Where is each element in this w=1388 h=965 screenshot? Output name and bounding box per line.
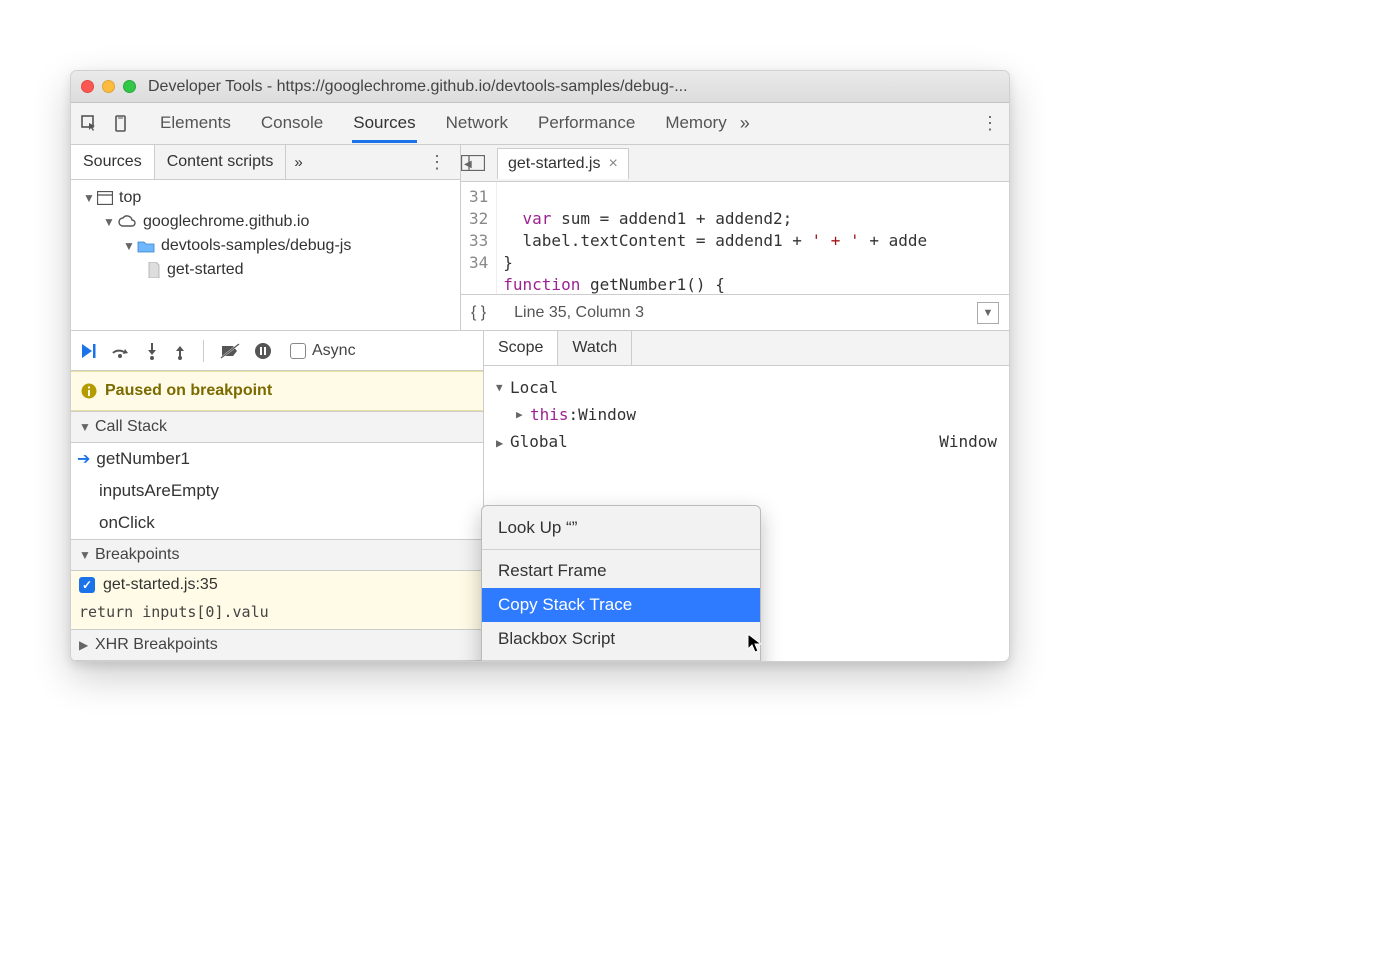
breakpoint-label: get-started.js:35 — [103, 576, 218, 594]
inspect-element-icon[interactable] — [81, 115, 99, 133]
gutter: 31 32 33 34 — [461, 182, 497, 294]
pause-on-exceptions-icon[interactable] — [254, 342, 272, 360]
async-checkbox[interactable]: Async — [290, 342, 356, 360]
breakpoints-header[interactable]: Breakpoints — [71, 539, 483, 571]
tree-file-label: get-started — [167, 261, 243, 279]
scope-local[interactable]: Local — [494, 374, 999, 401]
deactivate-breakpoints-icon[interactable] — [220, 343, 240, 359]
resume-icon[interactable] — [79, 342, 97, 360]
current-frame-arrow-icon: ➔ — [77, 449, 90, 469]
tab-performance[interactable]: Performance — [537, 104, 636, 143]
tab-elements[interactable]: Elements — [159, 104, 232, 143]
call-stack-header[interactable]: Call Stack — [71, 411, 483, 443]
pretty-print-icon[interactable]: { } — [471, 304, 486, 322]
tab-console[interactable]: Console — [260, 104, 324, 143]
close-window-button[interactable] — [81, 80, 94, 93]
line-no-32: 32 — [469, 208, 488, 230]
async-checkbox-box[interactable] — [290, 343, 306, 359]
svg-text:◀: ◀ — [464, 159, 472, 170]
traffic-lights — [81, 80, 136, 93]
window-frame-icon — [97, 191, 113, 205]
debugger-toolbar: Async — [71, 331, 483, 371]
line-no-33: 33 — [469, 230, 488, 252]
tab-sources[interactable]: Sources — [352, 104, 416, 143]
navigator-subtabs: Sources Content scripts » ⋮ — [71, 145, 460, 180]
editor-pane: ◀ get-started.js × 31 32 33 34 var sum =… — [461, 145, 1009, 330]
tree-folder[interactable]: devtools-samples/debug-js — [75, 234, 456, 258]
scope-tabs: Scope Watch — [484, 331, 1009, 366]
info-icon — [81, 383, 97, 399]
tree-top[interactable]: top — [75, 186, 456, 210]
minimize-window-button[interactable] — [102, 80, 115, 93]
code-editor[interactable]: 31 32 33 34 var sum = addend1 + addend2;… — [461, 182, 1009, 294]
breakpoint-row[interactable]: ✓ get-started.js:35 — [71, 571, 483, 599]
main-menu-icon[interactable]: ⋮ — [981, 113, 999, 134]
scope-global[interactable]: Global Window — [494, 428, 999, 455]
paused-banner: Paused on breakpoint — [71, 371, 483, 411]
breakpoint-code: return inputs[0].valu — [71, 599, 483, 629]
devtools-window: Developer Tools - https://googlechrome.g… — [70, 70, 1010, 662]
main-toolbar: Elements Console Sources Network Perform… — [71, 103, 1009, 145]
cm-look-up[interactable]: Look Up “” — [482, 511, 760, 545]
cursor-position: Line 35, Column 3 — [514, 304, 644, 322]
line-no-34: 34 — [469, 252, 488, 274]
device-toggle-icon[interactable] — [113, 115, 131, 133]
step-into-icon[interactable] — [145, 342, 159, 360]
tab-memory[interactable]: Memory — [664, 104, 727, 143]
xhr-breakpoints-header[interactable]: XHR Breakpoints — [71, 629, 483, 661]
subtabs-overflow-icon[interactable]: » — [286, 154, 310, 171]
subtab-sources[interactable]: Sources — [71, 144, 155, 179]
cm-restart-frame[interactable]: Restart Frame — [482, 554, 760, 588]
mouse-cursor-icon — [747, 633, 763, 653]
toggle-navigator-icon[interactable]: ◀ — [461, 155, 497, 171]
main-tabs: Elements Console Sources Network Perform… — [159, 104, 728, 143]
folder-icon — [137, 239, 155, 253]
context-menu: Look Up “” Restart Frame Copy Stack Trac… — [481, 505, 761, 662]
tree-domain[interactable]: googlechrome.github.io — [75, 210, 456, 234]
cm-blackbox-script[interactable]: Blackbox Script — [482, 622, 760, 656]
titlebar: Developer Tools - https://googlechrome.g… — [71, 71, 1009, 103]
file-tab-label: get-started.js — [508, 155, 600, 173]
close-tab-icon[interactable]: × — [608, 155, 617, 173]
coverage-dropdown[interactable]: ▼ — [977, 302, 999, 324]
stack-frame-2[interactable]: onClick — [71, 507, 483, 539]
navigator-menu-icon[interactable]: ⋮ — [414, 152, 460, 173]
cm-copy-stack-trace[interactable]: Copy Stack Trace — [482, 588, 760, 622]
stack-frame-0[interactable]: ➔ getNumber1 — [71, 443, 483, 475]
debugger-pane: Async Paused on breakpoint Call Stack ➔ … — [71, 331, 484, 661]
breakpoint-checkbox[interactable]: ✓ — [79, 577, 95, 593]
tree-folder-label: devtools-samples/debug-js — [161, 237, 351, 255]
paused-text: Paused on breakpoint — [105, 382, 272, 400]
editor-statusbar: { } Line 35, Column 3 ▼ — [461, 294, 1009, 330]
tree-file[interactable]: get-started — [75, 258, 456, 282]
file-tabs: ◀ get-started.js × — [461, 145, 1009, 182]
tab-scope[interactable]: Scope — [484, 330, 558, 365]
navigator-pane: Sources Content scripts » ⋮ top googlech… — [71, 145, 461, 330]
tab-watch[interactable]: Watch — [558, 331, 632, 365]
tree-top-label: top — [119, 189, 141, 207]
line-no-31: 31 — [469, 186, 488, 208]
tabs-overflow-icon[interactable]: » — [740, 113, 750, 134]
subtab-content-scripts[interactable]: Content scripts — [155, 145, 287, 179]
scope-body: Local this: Window Global Window — [484, 366, 1009, 463]
async-label: Async — [312, 342, 356, 360]
code-text: var sum = addend1 + addend2; label.textC… — [497, 182, 933, 294]
file-tab-get-started[interactable]: get-started.js × — [497, 148, 629, 179]
step-over-icon[interactable] — [111, 343, 131, 359]
stack-frame-1[interactable]: inputsAreEmpty — [71, 475, 483, 507]
tree-domain-label: googlechrome.github.io — [143, 213, 309, 231]
step-out-icon[interactable] — [173, 342, 187, 360]
cloud-icon — [117, 215, 137, 229]
file-icon — [147, 262, 161, 278]
file-tree: top googlechrome.github.io devtools-samp… — [71, 180, 460, 330]
tab-network[interactable]: Network — [445, 104, 509, 143]
maximize-window-button[interactable] — [123, 80, 136, 93]
scope-this[interactable]: this: Window — [494, 401, 999, 428]
window-title: Developer Tools - https://googlechrome.g… — [148, 78, 688, 96]
